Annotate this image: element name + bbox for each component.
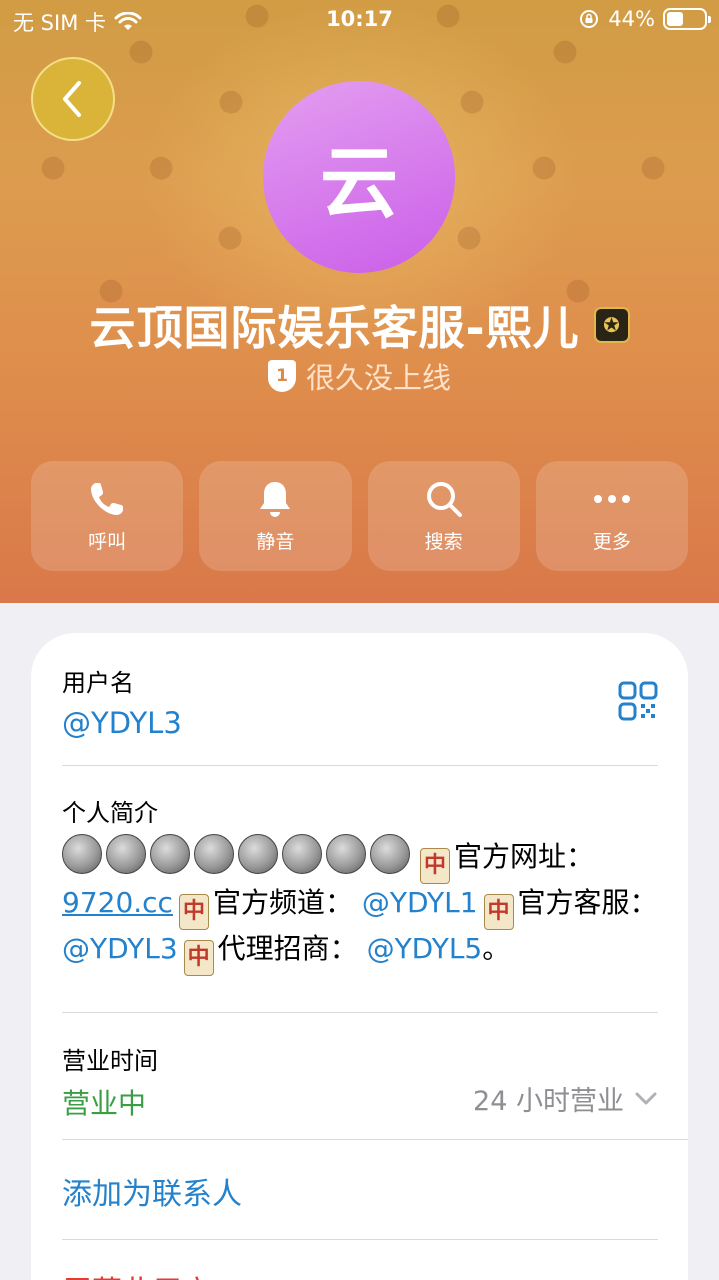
- bio-service-label: 官方客服：: [517, 886, 658, 919]
- phone-icon: [91, 482, 124, 515]
- profile-header: ● ● ● ● ● ● ● ● ● ● ● ● ● ● 无 SIM 卡 10:1…: [0, 0, 719, 603]
- divider: [62, 1239, 658, 1240]
- profile-name: 云顶国际娱乐客服-熙儿: [89, 301, 580, 355]
- coin-emoji-icon: [106, 834, 146, 874]
- coin-emoji-icon: [62, 834, 102, 874]
- avatar-letter: 云: [319, 139, 398, 229]
- chevron-left-icon: [63, 81, 81, 117]
- more-label: 更多: [592, 530, 631, 553]
- divider: [62, 1012, 658, 1013]
- chevron-down-icon: [635, 1092, 657, 1104]
- pattern-icon: ●: [128, 33, 155, 68]
- qr-code-icon: [618, 681, 658, 721]
- pattern-icon: ●: [531, 149, 558, 184]
- bio-field: 个人简介 中官方网址： 9720.cc 中官方频道： @YDYL1 中官方客服： @…: [62, 793, 662, 976]
- coin-emoji-icon: [370, 834, 410, 874]
- battery-icon: [663, 8, 711, 30]
- pattern-icon: ●: [217, 219, 244, 254]
- divider: [62, 765, 658, 766]
- username-label: 用户名: [62, 669, 134, 697]
- site-link[interactable]: 9720.cc: [62, 886, 173, 919]
- battery-percent: 44%: [608, 7, 655, 31]
- mahjong-tile-icon: 中: [420, 848, 450, 884]
- action-bar: 呼叫 静音 搜索 更多: [31, 461, 688, 571]
- coin-emoji-icon: [238, 834, 278, 874]
- qr-code-button[interactable]: [618, 681, 658, 725]
- agent-link[interactable]: @YDYL5: [367, 932, 483, 965]
- channel-link[interactable]: @YDYL1: [362, 886, 478, 919]
- pattern-icon: ●: [218, 83, 245, 118]
- hours-detail-toggle[interactable]: 24 小时营业: [473, 1079, 658, 1118]
- pattern-icon: ●: [148, 149, 175, 184]
- divider: [62, 1139, 688, 1140]
- more-icon: [593, 494, 630, 503]
- back-button[interactable]: [31, 57, 115, 141]
- hours-label: 营业时间: [62, 1047, 158, 1075]
- hours-status: 营业中: [62, 1087, 147, 1120]
- coin-emoji-icon: [326, 834, 366, 874]
- coin-emoji-icon: [282, 834, 322, 874]
- username-value[interactable]: @YDYL3: [62, 706, 182, 740]
- mahjong-tile-icon: 中: [178, 894, 209, 930]
- search-button[interactable]: 搜索: [367, 461, 520, 571]
- call-button[interactable]: 呼叫: [31, 461, 184, 571]
- rotation-lock-icon: [580, 10, 599, 28]
- info-card: 用户名 @YDYL3 个人简介 中官方网址： 9720.cc 中官方频道： @YD…: [31, 633, 688, 1280]
- mahjong-tile-icon: 中: [483, 894, 514, 930]
- bio-agent-label: 代理招商：: [217, 932, 358, 965]
- avatar[interactable]: 云: [263, 81, 455, 273]
- status-right: 44%: [578, 7, 711, 31]
- bio-end: 。: [482, 932, 511, 965]
- bio-channel-label: 官方频道：: [212, 886, 353, 919]
- bio-label: 个人简介: [62, 799, 158, 827]
- pattern-icon: ●: [552, 33, 579, 68]
- last-seen-row: 1 很久没上线: [0, 356, 719, 396]
- bio-text: 中官方网址： 9720.cc 中官方频道： @YDYL1 中官方客服： @YDYL3…: [62, 834, 662, 976]
- shield-number: 1: [276, 366, 288, 386]
- pattern-icon: ●: [640, 149, 667, 184]
- pattern-icon: ●: [40, 149, 67, 184]
- call-label: 呼叫: [88, 530, 127, 553]
- coin-emoji-icon: [150, 834, 190, 874]
- hours-field[interactable]: 营业时间 营业中: [62, 1041, 158, 1122]
- search-icon: [426, 481, 462, 517]
- service-link[interactable]: @YDYL3: [62, 932, 178, 965]
- last-seen-text: 很久没上线: [305, 361, 451, 395]
- bio-site-label: 官方网址：: [454, 840, 595, 873]
- add-contact-button[interactable]: 添加为联系人: [62, 1169, 242, 1213]
- pattern-icon: ●: [459, 83, 486, 118]
- hours-detail: 24 小时营业: [473, 1086, 624, 1117]
- search-label: 搜索: [424, 530, 463, 553]
- mahjong-tile-icon: 中: [183, 940, 214, 976]
- username-field[interactable]: 用户名 @YDYL3: [62, 663, 182, 740]
- name-row: 云顶国际娱乐客服-熙儿 ✪: [0, 290, 719, 360]
- block-user-button[interactable]: 屏蔽此用户: [62, 1267, 212, 1280]
- pattern-icon: ●: [456, 219, 483, 254]
- battery-level: [667, 12, 683, 26]
- coin-emoji-icon: [194, 834, 234, 874]
- status-bar: 无 SIM 卡 10:17 44%: [0, 0, 719, 40]
- more-button[interactable]: 更多: [535, 461, 688, 571]
- mute-button[interactable]: 静音: [199, 461, 352, 571]
- mute-label: 静音: [256, 530, 295, 553]
- bell-icon: [260, 481, 291, 517]
- shield-icon: 1: [267, 360, 296, 392]
- emoji-status-icon[interactable]: ✪: [593, 307, 630, 343]
